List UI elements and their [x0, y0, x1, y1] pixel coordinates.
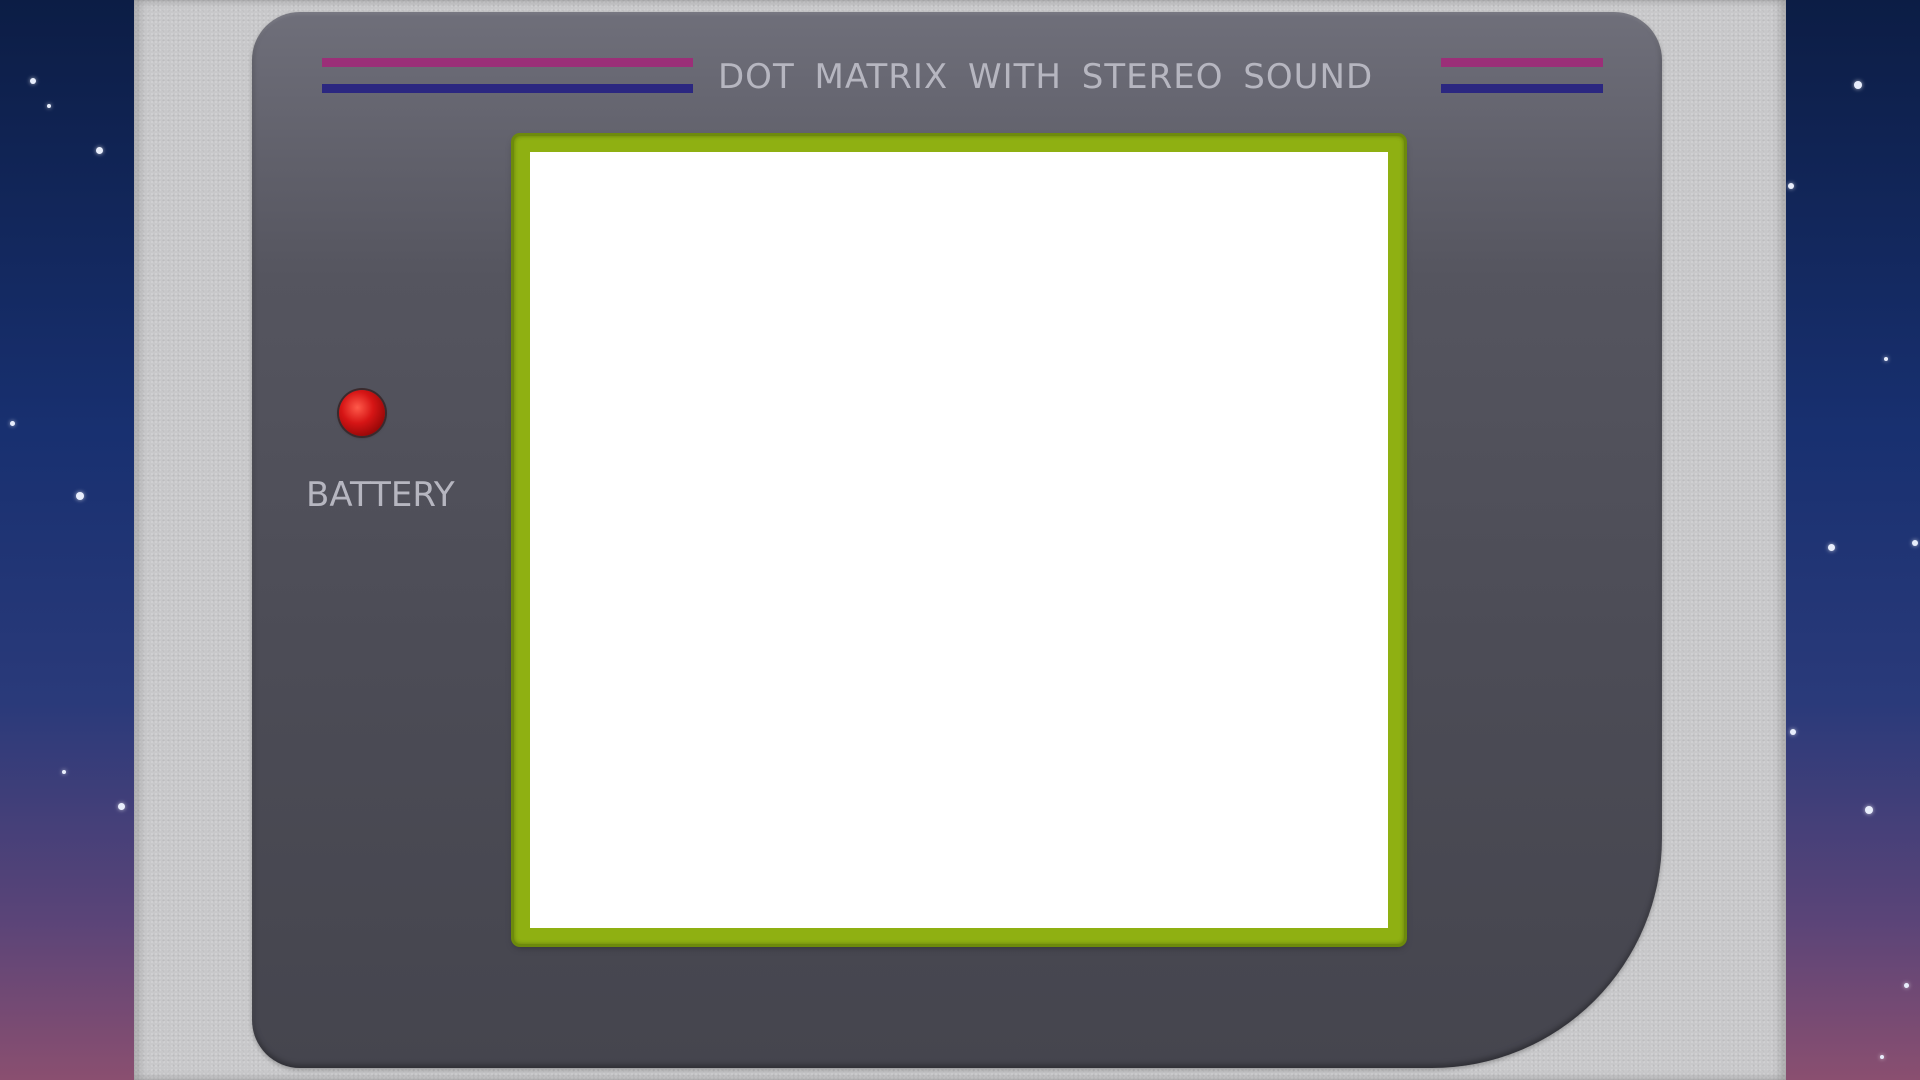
star-icon	[10, 421, 15, 426]
background-right-sky	[1786, 0, 1920, 1080]
stripe-magenta	[322, 58, 693, 67]
star-icon	[1884, 357, 1888, 361]
stripe-navy	[322, 84, 693, 93]
star-icon	[1828, 544, 1835, 551]
header-stripes-right	[1441, 58, 1603, 98]
stripe-magenta	[1441, 58, 1603, 67]
star-icon	[1912, 540, 1918, 546]
star-icon	[1788, 183, 1794, 189]
star-icon	[30, 78, 36, 84]
stripe-navy	[1441, 84, 1603, 93]
battery-led-icon	[339, 390, 385, 436]
star-icon	[1790, 729, 1796, 735]
star-icon	[1865, 806, 1873, 814]
battery-label: BATTERY	[306, 475, 455, 515]
header-stripes-left	[322, 58, 693, 98]
star-icon	[1880, 1055, 1884, 1059]
star-icon	[62, 770, 66, 774]
star-icon	[47, 104, 51, 108]
background-left-sky	[0, 0, 134, 1080]
game-screen[interactable]	[530, 152, 1388, 928]
star-icon	[118, 803, 125, 810]
star-icon	[1854, 81, 1862, 89]
star-icon	[1904, 983, 1909, 988]
star-icon	[96, 147, 103, 154]
star-icon	[76, 492, 84, 500]
screen-frame	[514, 136, 1404, 944]
dot-matrix-header-label: DOT MATRIX WITH STEREO SOUND	[718, 57, 1374, 97]
